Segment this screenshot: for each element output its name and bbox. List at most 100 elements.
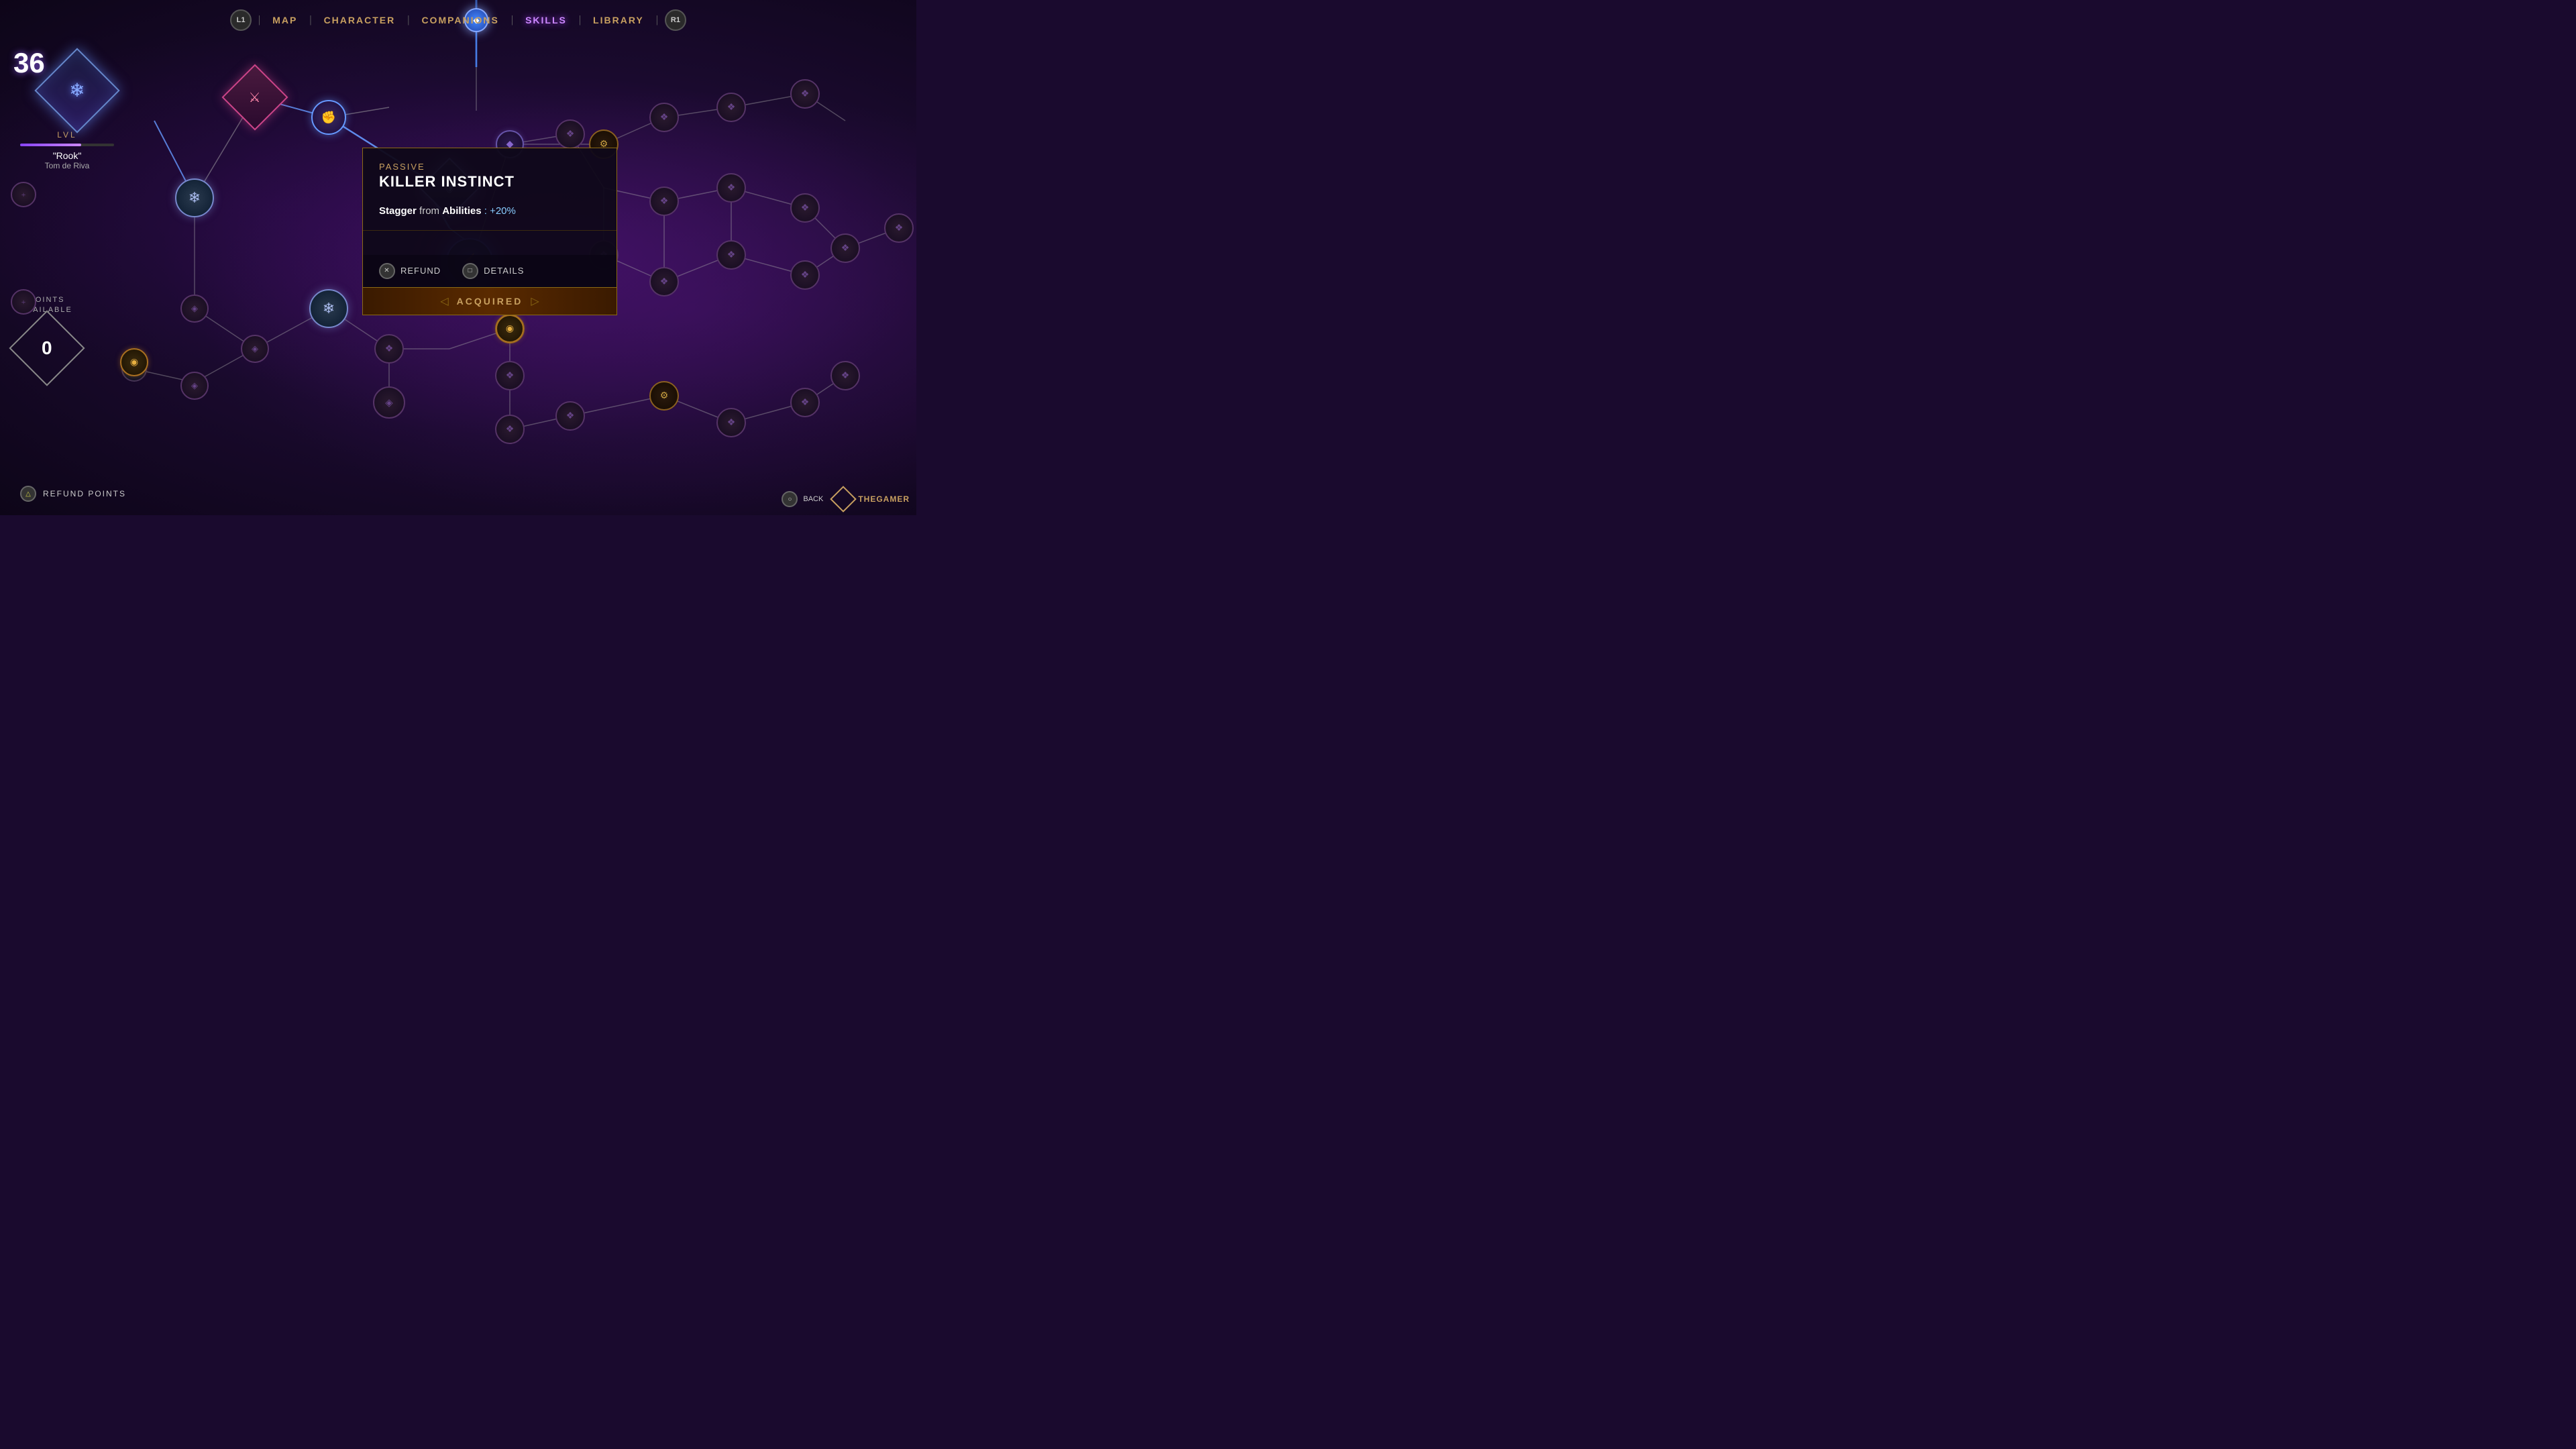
skill-node-small-2[interactable]: ❖	[555, 119, 585, 149]
right-node-7: ❖	[790, 193, 820, 223]
avatar-diamond: ❄	[34, 48, 119, 133]
right-node-10: ❖	[884, 213, 914, 243]
watermark: ○ BACK THEGAMER	[782, 490, 910, 508]
bottom-node-4: ◈	[241, 335, 269, 363]
skill-node-r2[interactable]: ❖	[649, 186, 679, 216]
skill-node-r3[interactable]: ❖	[649, 267, 679, 297]
skill-node-br2[interactable]: ⚙	[649, 381, 679, 411]
top-navigation: L1 | MAP | CHARACTER | COMPANIONS | SKIL…	[0, 0, 916, 40]
br-node-1: ❖	[555, 401, 585, 431]
left-node-icon-1: +	[21, 190, 26, 200]
skill-node-br5[interactable]: ❖	[830, 361, 860, 390]
nav-separator-4: |	[511, 14, 513, 26]
circle-button-back: ○	[782, 491, 798, 507]
bottom-node-5: ❖	[374, 334, 404, 364]
skill-node-small-3[interactable]: ❖	[649, 103, 679, 132]
hex-node-icon-2: ❖	[506, 370, 515, 382]
br-node-4: ❖	[790, 388, 820, 417]
left-node-icon-2: +	[21, 297, 26, 307]
tooltip-divider	[363, 230, 616, 231]
brand-area	[834, 490, 853, 508]
skill-node-b1[interactable]: ◈	[180, 294, 209, 323]
points-diamond: 0	[9, 310, 85, 386]
skill-node-hex-1[interactable]: ◈	[373, 386, 405, 419]
skill-node-r8[interactable]: ❖	[790, 260, 820, 290]
skill-node-left-1[interactable]: +	[11, 182, 36, 207]
right-node-icon-5: ❖	[727, 250, 736, 261]
right-node-8: ❖	[790, 260, 820, 290]
skill-node-b4[interactable]: ◈	[241, 335, 269, 363]
xp-bar	[20, 144, 81, 146]
right-node-icon-4: ❖	[727, 182, 736, 194]
level-label: LVL	[57, 130, 76, 140]
bottom-node-icon-7: ❖	[506, 424, 515, 435]
tooltip-title: KILLER INSTINCT	[379, 173, 600, 191]
tooltip-type: PASSIVE	[379, 162, 600, 172]
details-action[interactable]: □ DETAILS	[462, 263, 524, 279]
right-node-icon-7: ❖	[801, 203, 810, 214]
skill-node-coin-2[interactable]: ◉	[496, 315, 524, 343]
bottom-refund-area[interactable]: △ REFUND POINTS	[20, 486, 126, 502]
coin-node-2: ◉	[496, 315, 524, 343]
skill-node-snowflake[interactable]: ❄	[175, 178, 214, 217]
skill-node-r7[interactable]: ❖	[790, 193, 820, 223]
right-node-3: ❖	[649, 267, 679, 297]
nav-separator-5: |	[579, 14, 581, 26]
skill-node-snowflake-2[interactable]: ❄	[309, 289, 348, 328]
right-node-6: ❖	[790, 79, 820, 109]
refund-label: REFUND	[400, 266, 441, 276]
skill-node-br1[interactable]: ❖	[555, 401, 585, 431]
nav-item-character[interactable]: CHARACTER	[319, 15, 401, 25]
skill-node-b7[interactable]: ❖	[495, 415, 525, 444]
r1-button[interactable]: R1	[665, 9, 686, 31]
skill-node-hex-2[interactable]: ❖	[495, 361, 525, 390]
back-control[interactable]: ○ BACK	[782, 491, 823, 507]
skill-node-coin-1[interactable]: ◉	[120, 348, 148, 376]
right-node-icon-10: ❖	[895, 223, 904, 234]
skill-node-b5[interactable]: ❖	[374, 334, 404, 364]
coin-node-1: ◉	[120, 348, 148, 376]
skill-node-br4[interactable]: ❖	[790, 388, 820, 417]
acquired-label: ACQUIRED	[457, 296, 523, 307]
skill-node-fist[interactable]: ✊	[311, 100, 346, 135]
l1-button[interactable]: L1	[230, 9, 252, 31]
skill-node-small-4[interactable]: ❖	[716, 93, 746, 122]
skill-node-br3[interactable]: ❖	[716, 408, 746, 437]
nav-item-library[interactable]: LIBRARY	[588, 15, 649, 25]
bottom-node-icon-1: ◈	[191, 303, 198, 314]
skill-node-r4[interactable]: ❖	[716, 173, 746, 203]
small-node-icon-2: ❖	[566, 129, 575, 140]
skill-node-left-2[interactable]: +	[11, 289, 36, 315]
nav-item-companions[interactable]: COMPANIONS	[416, 15, 504, 25]
skill-node-r10[interactable]: ❖	[884, 213, 914, 243]
snowflake-icon: ❄	[189, 189, 201, 207]
right-node-icon-8: ❖	[801, 270, 810, 281]
skill-node-b8[interactable]: ◈	[180, 372, 209, 400]
bottom-node-icon-8: ◈	[191, 380, 198, 391]
tooltip-content: PASSIVE KILLER INSTINCT Stagger from Abi…	[363, 148, 616, 255]
x-button-icon: ✕	[379, 263, 395, 279]
nav-item-map[interactable]: MAP	[267, 15, 303, 25]
coin-node-icon-2: ◉	[506, 323, 514, 335]
right-node-icon-3: ❖	[660, 276, 669, 288]
player-subtitle: Tom de Riva	[45, 161, 90, 170]
skill-node-r6[interactable]: ❖	[790, 79, 820, 109]
skill-node-r9[interactable]: ❖	[830, 233, 860, 263]
nav-separator-2: |	[309, 14, 311, 26]
small-circle-node-4: ❖	[716, 93, 746, 122]
avatar-icon: ❄	[69, 79, 85, 102]
right-node-2: ❖	[649, 186, 679, 216]
br-node-icon-5: ❖	[841, 370, 850, 382]
right-node-4: ❖	[716, 173, 746, 203]
tooltip-panel: PASSIVE KILLER INSTINCT Stagger from Abi…	[362, 148, 617, 315]
nav-item-skills[interactable]: SKILLS	[520, 15, 572, 25]
arrow-left-icon: ◁	[440, 294, 448, 308]
br-node-5: ❖	[830, 361, 860, 390]
skill-node-large-diamond[interactable]: ⚔	[231, 74, 278, 121]
brand-name: THEGAMER	[858, 494, 910, 504]
skill-node-r5[interactable]: ❖	[716, 240, 746, 270]
arrow-right-icon: ▷	[531, 294, 539, 308]
circle-node-fist: ✊	[311, 100, 346, 135]
refund-action[interactable]: ✕ REFUND	[379, 263, 441, 279]
br-node-icon-3: ❖	[727, 417, 736, 429]
